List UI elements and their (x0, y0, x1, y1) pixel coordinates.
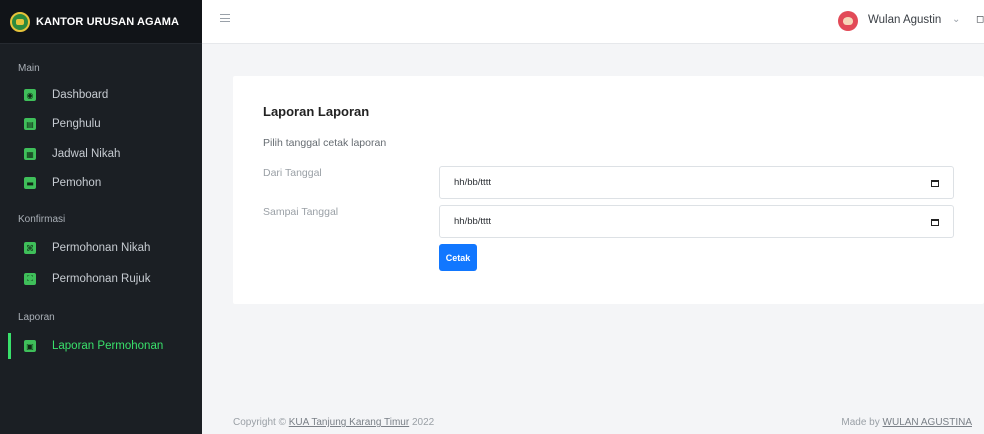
section-konfirmasi: Konfirmasi (18, 214, 66, 225)
sidebar-item-permohonan-rujuk[interactable]: ⛶ Permohonan Rujuk (0, 266, 202, 292)
made-by-prefix: Made by (841, 417, 880, 428)
avatar[interactable] (838, 11, 858, 31)
printer-icon: ▣ (24, 340, 36, 352)
sidebar-item-laporan-permohonan[interactable]: ▣ Laporan Permohonan (0, 333, 202, 359)
section-main: Main (18, 63, 40, 74)
footer-made-by: Made by WULAN AGUSTINA (841, 417, 972, 428)
kemenag-logo-icon (10, 11, 30, 32)
sidebar-item-label: Dashboard (52, 89, 109, 101)
sidebar-item-dashboard[interactable]: ◉ Dashboard (0, 82, 202, 108)
kua-link[interactable]: KUA Tanjung Karang Timur (289, 417, 409, 428)
sidebar-item-permohonan-nikah[interactable]: ⌘ Permohonan Nikah (0, 235, 202, 261)
form-hint: Pilih tanggal cetak laporan (263, 137, 387, 149)
sidebar-item-pemohon[interactable]: ▬ Pemohon (0, 170, 202, 196)
page-title: Laporan Laporan (263, 104, 370, 119)
brand-title: KANTOR URUSAN AGAMA (36, 15, 180, 28)
print-button[interactable]: Cetak (439, 244, 477, 271)
cross-icon: ⛶ (24, 273, 36, 285)
footer-copyright: Copyright © KUA Tanjung Karang Timur 202… (233, 417, 434, 428)
copyright-prefix: Copyright © (233, 417, 286, 428)
notification-icon[interactable]: ◻ (976, 14, 984, 25)
sidebar-item-label: Permohonan Rujuk (52, 273, 151, 285)
to-date-label: Sampai Tanggal (263, 206, 339, 218)
sidebar-item-jadwal-nikah[interactable]: ▦ Jadwal Nikah (0, 141, 202, 167)
from-date-input[interactable]: hh/bb/tttt (439, 166, 954, 199)
from-date-label: Dari Tanggal (263, 167, 322, 179)
to-date-value: hh/bb/tttt (454, 216, 491, 227)
calendar-icon: ▦ (24, 148, 36, 160)
copyright-year: 2022 (411, 417, 435, 428)
to-date-input[interactable]: hh/bb/tttt (439, 205, 954, 238)
brand[interactable]: KANTOR URUSAN AGAMA (0, 0, 202, 44)
sidebar-item-label: Laporan Permohonan (52, 340, 164, 352)
section-laporan: Laporan (18, 312, 55, 323)
sidebar-item-label: Pemohon (52, 177, 102, 189)
sidebar: KANTOR URUSAN AGAMA Main ◉ Dashboard ▤ P… (0, 0, 202, 434)
id-card-icon: ▤ (24, 118, 36, 130)
contact-card-icon: ▬ (24, 177, 36, 189)
sidebar-item-label: Penghulu (52, 118, 101, 130)
sidebar-item-penghulu[interactable]: ▤ Penghulu (0, 111, 202, 137)
sidebar-item-label: Jadwal Nikah (52, 148, 121, 160)
topbar: Wulan Agustin ⌄ ◻ (202, 0, 984, 44)
user-name[interactable]: Wulan Agustin (868, 14, 941, 26)
calendar-picker-icon[interactable] (931, 180, 939, 187)
report-card: Laporan Laporan Pilih tanggal cetak lapo… (233, 76, 984, 304)
command-icon: ⌘ (24, 242, 36, 254)
chevron-down-icon[interactable]: ⌄ (952, 14, 960, 25)
from-date-value: hh/bb/tttt (454, 177, 491, 188)
calendar-picker-icon[interactable] (931, 219, 939, 226)
sidebar-item-label: Permohonan Nikah (52, 242, 151, 254)
author-link[interactable]: WULAN AGUSTINA (883, 417, 972, 428)
dashboard-icon: ◉ (24, 89, 36, 101)
hamburger-menu-icon[interactable] (220, 14, 230, 22)
